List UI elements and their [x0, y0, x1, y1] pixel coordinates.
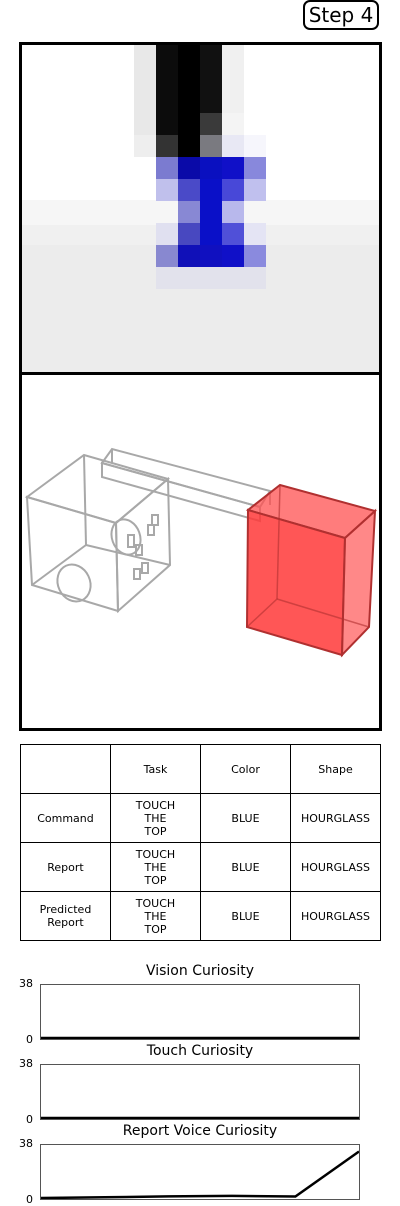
row-label: Report — [20, 842, 111, 892]
table-row: Predicted Report TOUCH THE TOP BLUE HOUR… — [20, 891, 381, 941]
series-line — [40, 1150, 360, 1200]
table-header-cell: Shape — [290, 744, 381, 794]
touch-curiosity-plot — [40, 1064, 360, 1120]
voice-curiosity-plot — [40, 1144, 360, 1200]
touch-curiosity-chart — [41, 1116, 359, 1120]
vision-curiosity-title: Vision Curiosity — [145, 963, 255, 979]
color-cell: BLUE — [200, 842, 291, 892]
color-cell: BLUE — [200, 793, 291, 843]
touch-curiosity-title: Touch Curiosity — [146, 1043, 254, 1059]
voice-ytick-max: 38 — [19, 1137, 33, 1150]
voice-curiosity-title: Report Voice Curiosity — [122, 1123, 278, 1139]
table-row: Report TOUCH THE TOP BLUE HOURGLASS — [20, 842, 381, 892]
touch-ytick-min: 0 — [26, 1113, 33, 1126]
task-cell: TOUCH THE TOP — [110, 793, 201, 843]
shape-cell: HOURGLASS — [290, 793, 381, 843]
scene-image — [22, 375, 379, 728]
task-cell: TOUCH THE TOP — [110, 891, 201, 941]
color-cell: BLUE — [200, 891, 291, 941]
touch-ytick-max: 38 — [19, 1057, 33, 1070]
row-label: Predicted Report — [20, 891, 111, 941]
target-box — [245, 483, 378, 658]
shape-cell: HOURGLASS — [290, 842, 381, 892]
step-badge: Step 4 — [303, 0, 379, 30]
vision-view — [19, 42, 382, 375]
table-header-cell — [20, 744, 111, 794]
table-header-cell: Color — [200, 744, 291, 794]
row-label: Command — [20, 793, 111, 843]
voice-curiosity-chart — [40, 1150, 360, 1200]
vision-curiosity-plot — [40, 984, 360, 1040]
voice-ytick-min: 0 — [26, 1193, 33, 1206]
scene-view — [19, 372, 382, 731]
table-header-row: Task Color Shape — [20, 744, 381, 794]
vision-ytick-max: 38 — [19, 977, 33, 990]
table-row: Command TOUCH THE TOP BLUE HOURGLASS — [20, 793, 381, 843]
vision-ytick-min: 0 — [26, 1033, 33, 1046]
report-table: Task Color Shape Command TOUCH THE TOP B… — [20, 744, 381, 941]
shape-cell: HOURGLASS — [290, 891, 381, 941]
vision-curiosity-chart — [41, 1036, 359, 1040]
vision-image — [22, 45, 379, 372]
table-header-cell: Task — [110, 744, 201, 794]
task-cell: TOUCH THE TOP — [110, 842, 201, 892]
